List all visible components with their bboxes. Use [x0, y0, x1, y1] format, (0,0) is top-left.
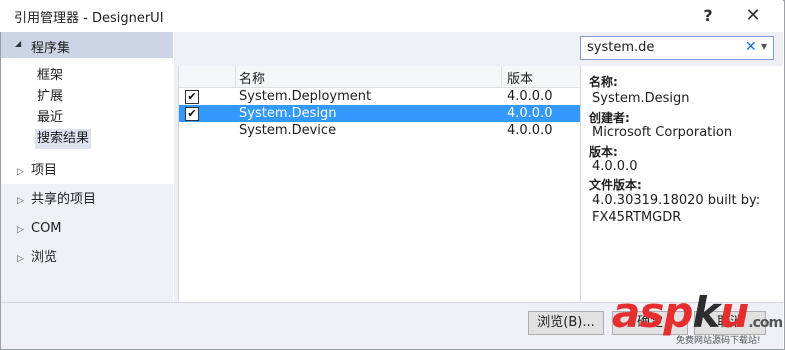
version-label: 版本: — [589, 145, 618, 159]
category-pane: ◢ 程序集 框架 扩展 最近 搜索结果 ▷ 项目 ▷ 共享的项目 ▷ COM ▷ 浏览 — [1, 32, 173, 302]
search-input[interactable]: system.de — [587, 40, 654, 55]
search-box[interactable]: system.de ✕ ▼ — [580, 36, 774, 60]
assemblies-label: 程序集 — [31, 41, 71, 56]
assemblies-header[interactable]: ◢ 程序集 — [1, 32, 173, 58]
list-item[interactable]: System.Device 4.0.0.0 — [179, 122, 580, 139]
collapsed-arrow-icon: ▷ — [17, 254, 24, 264]
collapsed-arrow-icon: ▷ — [17, 167, 24, 177]
node-browse[interactable]: ▷ 浏览 — [17, 248, 57, 268]
assembly-version: 4.0.0.0 — [507, 106, 553, 121]
column-header-version[interactable]: 版本 — [507, 68, 533, 87]
assembly-name: System.Device — [239, 123, 337, 138]
version-value: 4.0.0.0 — [592, 159, 638, 174]
watermark-asp: asp — [612, 288, 693, 337]
file-version-value-line2: FX45RTMGDR — [592, 210, 682, 225]
subitem-search-results[interactable]: 搜索结果 — [35, 129, 92, 149]
subitem-extensions[interactable]: 扩展 — [35, 87, 65, 107]
list-item-selected[interactable]: ✔ System.Design 4.0.0.0 — [179, 105, 580, 122]
title-bar: 引用管理器 - DesignerUI ? ✕ — [0, 0, 783, 32]
collapsed-arrow-icon: ▷ — [17, 196, 24, 206]
close-button[interactable]: ✕ — [735, 4, 771, 28]
checkbox[interactable]: ✔ — [185, 107, 199, 121]
node-shared-projects[interactable]: ▷ 共享的项目 — [17, 190, 96, 210]
details-panel: 名称: System.Design 创建者: Microsoft Corpora… — [580, 66, 784, 302]
creator-value: Microsoft Corporation — [592, 125, 733, 140]
watermark-subtitle: 免费网站源码下载站! — [676, 336, 761, 346]
window-title: 引用管理器 - DesignerUI — [14, 11, 164, 26]
assembly-list: 名称 版本 ✔ System.Deployment 4.0.0.0 ✔ Syst… — [178, 66, 580, 302]
assembly-version: 4.0.0.0 — [507, 89, 553, 104]
creator-label: 创建者: — [589, 111, 630, 125]
assembly-name: System.Deployment — [239, 89, 372, 104]
name-label: 名称: — [589, 75, 618, 89]
node-projects-label: 项目 — [31, 163, 58, 178]
file-version-value-line1: 4.0.30319.18020 built by: — [592, 193, 761, 208]
column-header-name[interactable]: 名称 — [239, 68, 265, 87]
collapsed-arrow-icon: ▷ — [17, 225, 24, 235]
file-version-label: 文件版本: — [589, 178, 642, 192]
node-projects[interactable]: ▷ 项目 — [17, 161, 57, 181]
node-shared-projects-label: 共享的项目 — [31, 192, 97, 207]
list-header: 名称 版本 — [179, 66, 580, 88]
column-divider[interactable] — [501, 66, 502, 87]
assembly-name: System.Design — [239, 106, 337, 121]
node-com[interactable]: ▷ COM — [17, 219, 62, 239]
list-item[interactable]: ✔ System.Deployment 4.0.0.0 — [179, 88, 580, 105]
browse-button[interactable]: 浏览(B)... — [528, 311, 604, 335]
subitem-framework[interactable]: 框架 — [35, 66, 65, 86]
node-com-label: COM — [31, 221, 62, 236]
help-button[interactable]: ? — [690, 4, 726, 28]
watermark-u: u — [719, 288, 749, 337]
name-value: System.Design — [592, 91, 690, 106]
node-browse-label: 浏览 — [31, 250, 58, 265]
watermark-k: k — [692, 288, 720, 337]
watermark-domain: .com — [748, 315, 783, 331]
assembly-version: 4.0.0.0 — [507, 123, 553, 138]
checkbox[interactable]: ✔ — [185, 90, 199, 104]
subitem-recent[interactable]: 最近 — [35, 108, 65, 128]
expanded-arrow-icon: ◢ — [15, 39, 22, 48]
chevron-down-icon[interactable]: ▼ — [761, 42, 767, 51]
clear-search-icon[interactable]: ✕ — [745, 39, 757, 55]
column-divider[interactable] — [235, 66, 236, 87]
